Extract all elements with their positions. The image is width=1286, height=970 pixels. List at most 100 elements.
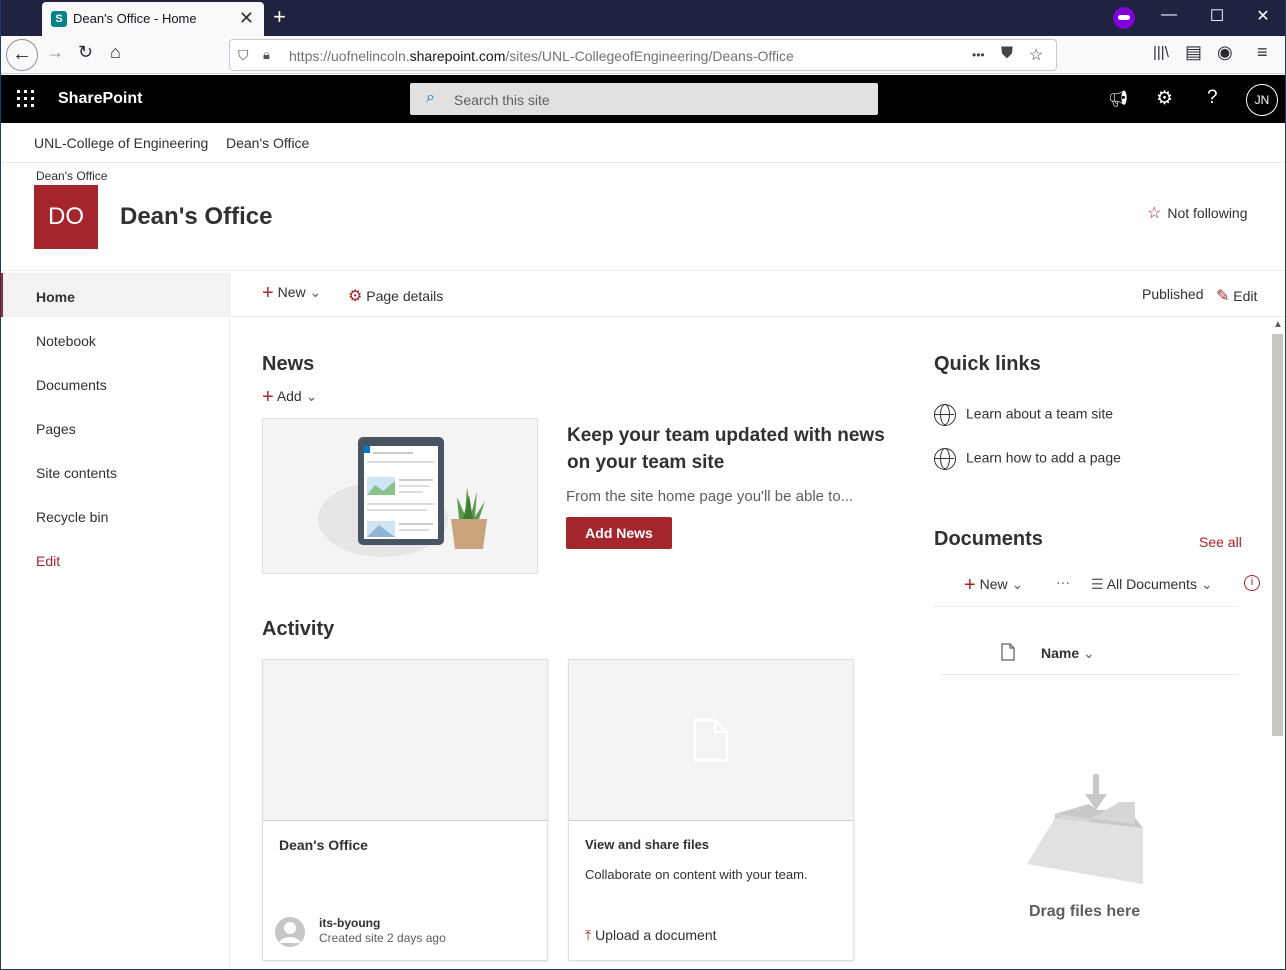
bookmark-star-icon[interactable]: ☆ bbox=[1029, 45, 1043, 65]
gear-icon[interactable]: ⚙ bbox=[1156, 87, 1173, 110]
nav-edit-link[interactable]: Edit bbox=[1, 537, 229, 581]
list-view-icon: ☰ bbox=[1091, 576, 1104, 592]
page-details-button[interactable]: ⚙ Page details bbox=[348, 286, 443, 306]
maximize-icon[interactable]: ☐ bbox=[1207, 6, 1227, 26]
nav-item-recycle-bin[interactable]: Recycle bin bbox=[1, 493, 229, 537]
documents-heading: Documents bbox=[934, 528, 1043, 550]
star-icon: ☆ bbox=[1147, 205, 1162, 222]
card-title: View and share files bbox=[585, 837, 710, 852]
nav-item-documents[interactable]: Documents bbox=[1, 361, 229, 405]
shield-icon[interactable]: ⛉ bbox=[238, 47, 249, 64]
search-box[interactable]: ⌕ Search this site bbox=[410, 83, 878, 115]
minimize-icon[interactable]: — bbox=[1159, 6, 1179, 24]
megaphone-icon[interactable]: 📢︎ bbox=[1108, 89, 1128, 109]
add-news-dropdown[interactable]: + Add ⌄ bbox=[262, 384, 317, 408]
new-tab-icon[interactable]: + bbox=[273, 4, 286, 30]
quick-link-team-site[interactable]: Learn about a team site bbox=[934, 404, 1113, 426]
more-options-icon[interactable]: ··· bbox=[1056, 574, 1070, 590]
column-header-divider bbox=[940, 674, 1238, 675]
new-button[interactable]: + New ⌄ bbox=[262, 282, 321, 309]
site-breadcrumb[interactable]: Dean's Office bbox=[36, 169, 107, 183]
drag-files-folder-icon bbox=[1027, 774, 1143, 884]
info-icon[interactable]: i bbox=[1244, 575, 1260, 591]
scroll-thumb[interactable] bbox=[1272, 334, 1283, 736]
back-arrow-icon[interactable]: ← bbox=[6, 39, 38, 71]
lock-icon[interactable]: 🔒︎ bbox=[263, 47, 270, 63]
publish-status: Published bbox=[1142, 286, 1204, 302]
card-thumbnail bbox=[263, 660, 547, 821]
forward-arrow-icon[interactable]: → bbox=[46, 42, 64, 63]
quick-links-heading: Quick links bbox=[934, 353, 1041, 375]
activity-card-site[interactable]: Dean's Office its-byoung Created site 2 … bbox=[262, 659, 548, 961]
pocket-icon[interactable]: ⛊ bbox=[1001, 45, 1013, 63]
sharepoint-brand-link[interactable]: SharePoint bbox=[58, 90, 142, 108]
vertical-scrollbar[interactable]: ▲ bbox=[1269, 317, 1285, 969]
library-icon[interactable]: |||\ bbox=[1153, 44, 1169, 61]
file-type-icon bbox=[1001, 643, 1015, 661]
address-bar[interactable]: ⛉ 🔒︎ https://uofnelincoln.sharepoint.com… bbox=[229, 39, 1057, 71]
scroll-up-icon[interactable]: ▲ bbox=[1273, 319, 1283, 330]
tab-strip: S Dean's Office - Home ✕ + — ☐ ✕ bbox=[1, 0, 1285, 36]
url-prefix: https://uofnelincoln. bbox=[289, 48, 410, 64]
site-header: Dean's Office DO Dean's Office ☆ Not foll… bbox=[1, 163, 1285, 271]
plus-icon: + bbox=[262, 282, 274, 304]
news-promo-title: Keep your team updated with news on your… bbox=[567, 425, 885, 473]
account-icon[interactable]: ◉ bbox=[1217, 42, 1233, 63]
globe-icon bbox=[934, 404, 956, 426]
home-icon[interactable]: ⌂ bbox=[110, 42, 121, 63]
app-launcher-icon[interactable] bbox=[17, 90, 34, 107]
activity-card-files[interactable]: View and share files Collaborate on cont… bbox=[568, 659, 854, 961]
hub-link-college[interactable]: UNL-College of Engineering bbox=[34, 135, 208, 151]
url-domain: sharepoint.com bbox=[409, 48, 506, 64]
chevron-down-icon: ⌄ bbox=[1011, 576, 1024, 592]
quick-link-label: Learn about a team site bbox=[966, 405, 1114, 422]
help-icon[interactable]: ? bbox=[1207, 87, 1218, 109]
browser-tab[interactable]: S Dean's Office - Home ✕ bbox=[42, 2, 264, 36]
card-title: Dean's Office bbox=[279, 837, 368, 853]
close-tab-icon[interactable]: ✕ bbox=[239, 8, 254, 29]
browser-window: S Dean's Office - Home ✕ + — ☐ ✕ ← → ↻ ⌂… bbox=[0, 0, 1286, 970]
see-all-link[interactable]: See all bbox=[1199, 534, 1242, 550]
add-news-button[interactable]: Add News bbox=[566, 517, 672, 549]
more-actions-icon[interactable]: ••• bbox=[972, 48, 985, 62]
reload-icon[interactable]: ↻ bbox=[78, 42, 93, 63]
nav-item-home[interactable]: Home bbox=[1, 273, 229, 317]
name-column-header[interactable]: Name ⌄ bbox=[1041, 645, 1095, 662]
user-avatar[interactable]: JN bbox=[1246, 84, 1278, 116]
left-navigation: Home Notebook Documents Pages Site conte… bbox=[1, 272, 230, 969]
chevron-down-icon: ⌄ bbox=[1083, 645, 1095, 661]
hub-link-deans-office[interactable]: Dean's Office bbox=[226, 135, 309, 151]
nav-item-site-contents[interactable]: Site contents bbox=[1, 449, 229, 493]
news-placeholder-image bbox=[262, 418, 538, 574]
tab-title: Dean's Office - Home bbox=[73, 11, 197, 26]
chevron-down-icon: ⌄ bbox=[1200, 576, 1213, 592]
documents-new-button[interactable]: + New ⌄ bbox=[964, 572, 1024, 596]
card-meta: Created site 2 days ago bbox=[319, 931, 446, 945]
upload-document-link[interactable]: ⤒ Upload a document bbox=[585, 927, 717, 944]
follow-button[interactable]: ☆ Not following bbox=[1147, 203, 1248, 223]
globe-icon bbox=[934, 448, 956, 470]
view-selector[interactable]: ☰ All Documents ⌄ bbox=[1091, 576, 1213, 593]
close-window-icon[interactable]: ✕ bbox=[1253, 6, 1273, 26]
menu-icon[interactable]: ≡ bbox=[1257, 42, 1268, 63]
nav-item-notebook[interactable]: Notebook bbox=[1, 317, 229, 361]
tablet-plant-illustration bbox=[318, 437, 487, 557]
card-author[interactable]: its-byoung bbox=[319, 916, 380, 930]
site-title[interactable]: Dean's Office bbox=[120, 203, 272, 231]
search-input[interactable]: Search this site bbox=[454, 92, 550, 108]
site-logo[interactable]: DO bbox=[34, 185, 98, 249]
hub-navigation: UNL-College of Engineering Dean's Office bbox=[1, 123, 1285, 163]
command-bar: + New ⌄ ⚙ Page details Published ✎ Edit bbox=[230, 272, 1285, 317]
edit-button[interactable]: ✎ Edit bbox=[1216, 286, 1257, 306]
edit-label: Edit bbox=[1233, 288, 1258, 304]
document-icon bbox=[694, 719, 728, 761]
activity-heading: Activity bbox=[262, 618, 335, 640]
add-label: Add bbox=[276, 388, 302, 404]
nav-item-pages[interactable]: Pages bbox=[1, 405, 229, 449]
documents-divider bbox=[933, 606, 1239, 607]
sidebar-icon[interactable]: ▤ bbox=[1185, 42, 1202, 63]
quick-link-add-page[interactable]: Learn how to add a page bbox=[934, 448, 1121, 470]
plus-icon: + bbox=[964, 574, 976, 596]
url-text[interactable]: https://uofnelincoln.sharepoint.com/site… bbox=[289, 48, 794, 64]
card-description: Collaborate on content with your team. bbox=[585, 867, 808, 882]
